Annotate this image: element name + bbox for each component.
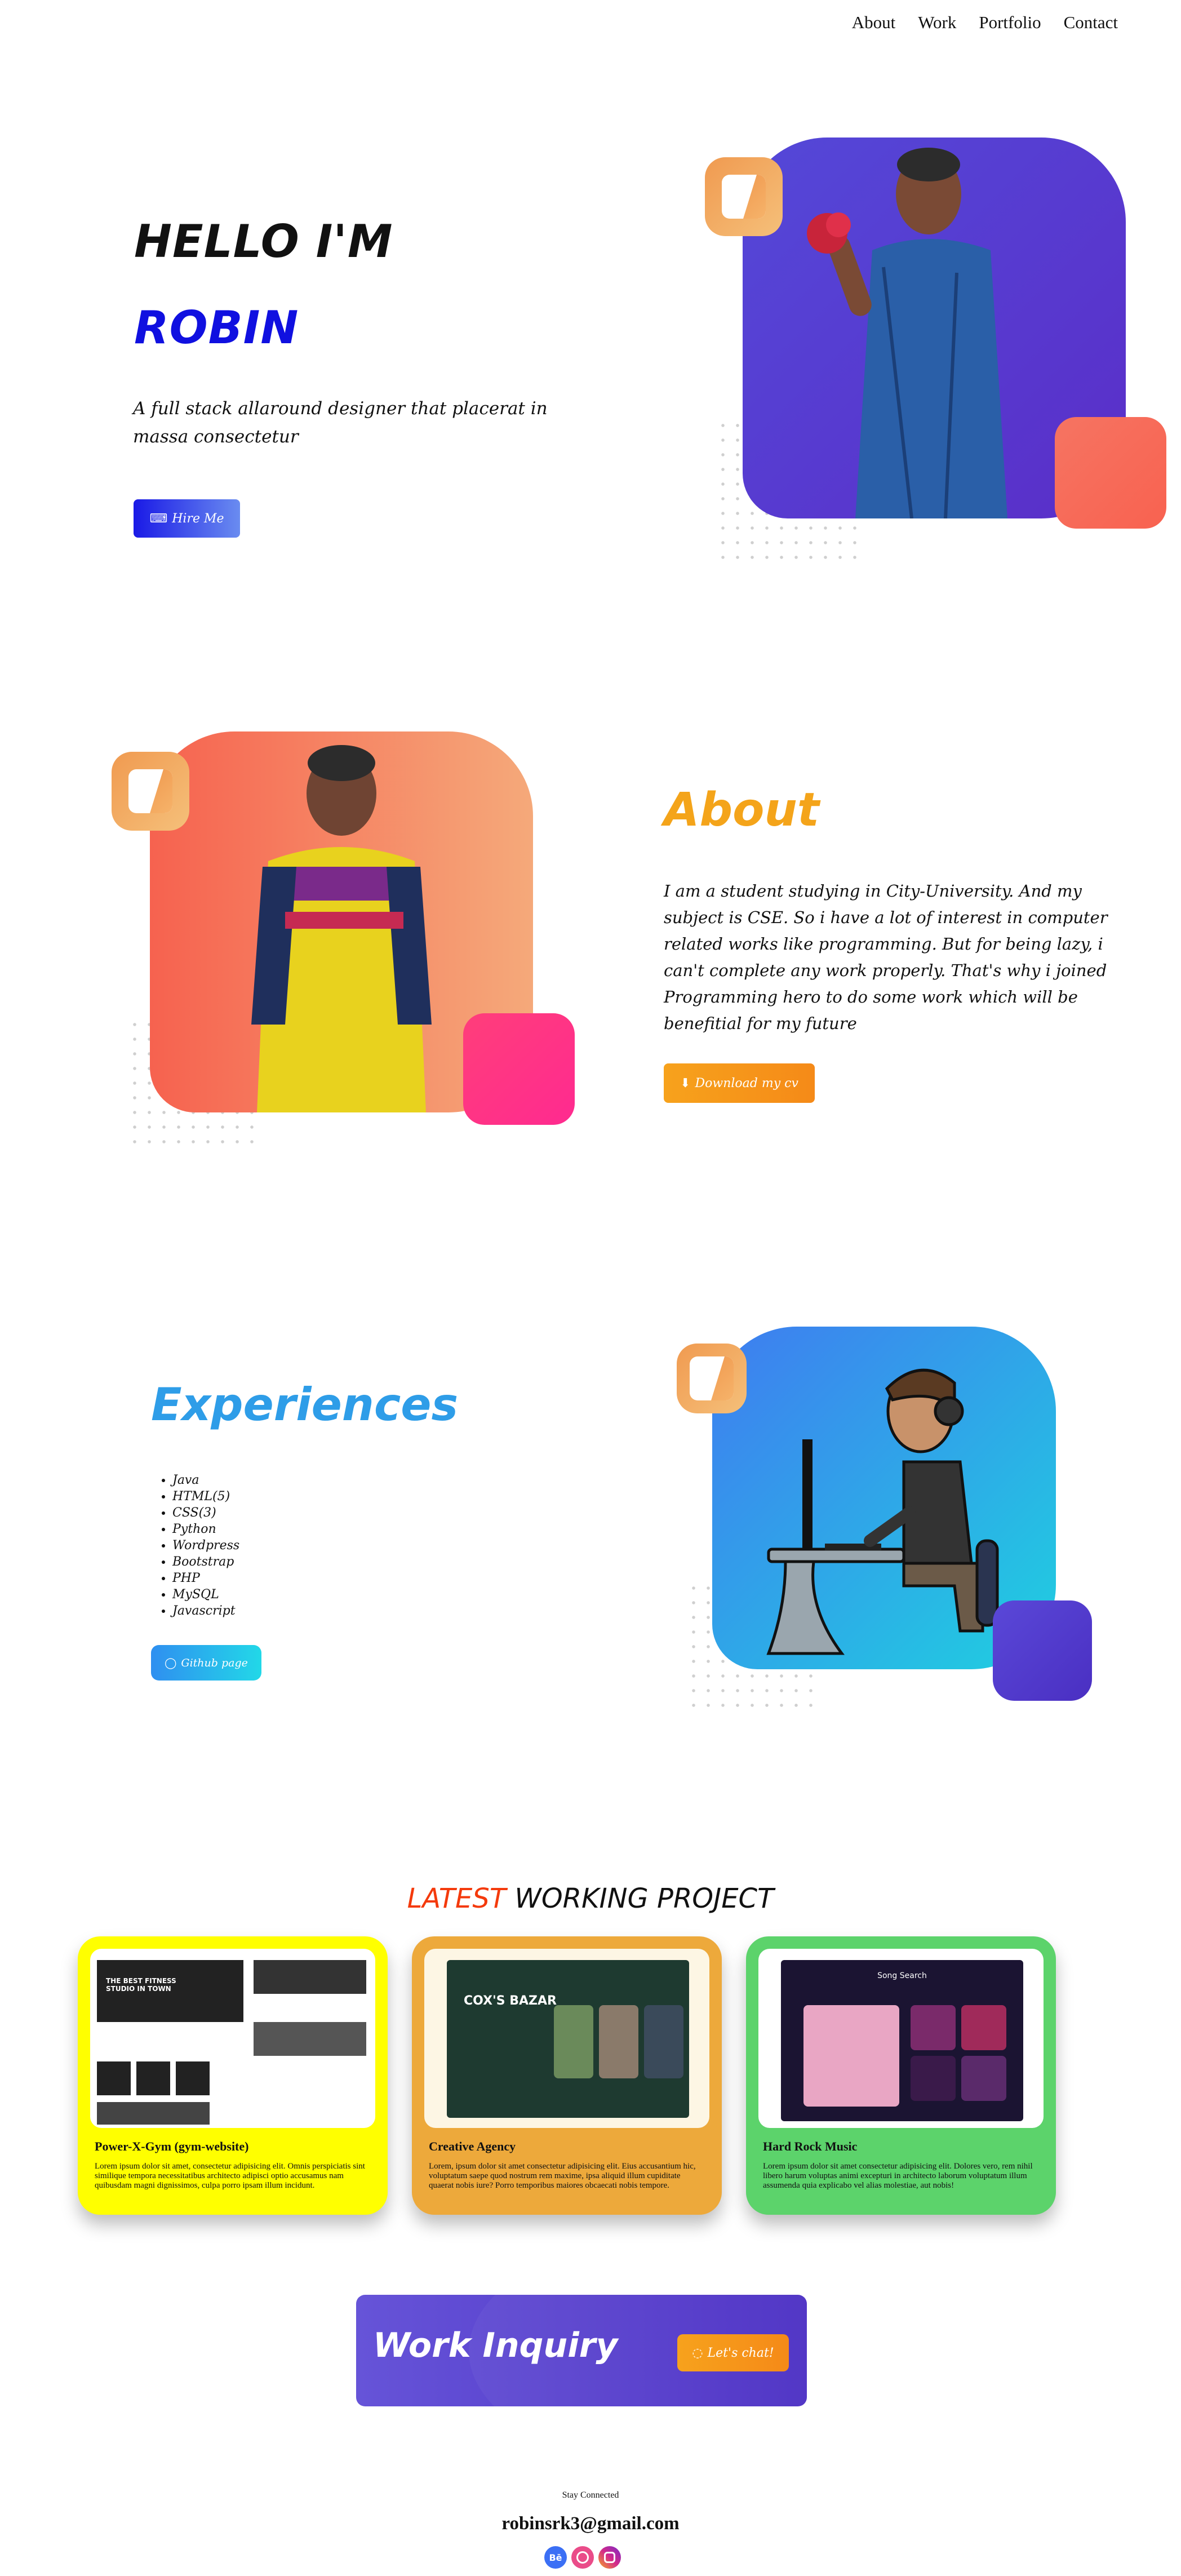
project-screenshot: COX'S BAZAR xyxy=(424,1949,709,2128)
project-screenshot: THE BEST FITNESS STUDIO IN TOWN xyxy=(90,1949,375,2128)
decor-square xyxy=(463,1013,575,1125)
skills-list: Java HTML(5) CSS(3) Python Wordpress Boo… xyxy=(172,1472,239,1619)
project-card-agency[interactable]: COX'S BAZAR Creative Agency Lorem, ipsum… xyxy=(412,1936,722,2215)
chat-icon: ◌ xyxy=(692,2346,703,2360)
lets-chat-button[interactable]: ◌ Let's chat! xyxy=(677,2334,789,2371)
project-title: Power-X-Gym (gym-website) xyxy=(95,2139,249,2153)
stay-connected: Stay Connected xyxy=(562,2490,619,2500)
github-page-button[interactable]: ◯ Github page xyxy=(151,1645,261,1681)
hero-tagline: A full stack allaround designer that pla… xyxy=(133,398,548,447)
dribbble-icon[interactable] xyxy=(571,2546,594,2569)
list-item: CSS(3) xyxy=(172,1505,239,1521)
nav-work[interactable]: Work xyxy=(918,12,956,33)
decor-square-icon xyxy=(677,1344,747,1413)
list-item: Bootstrap xyxy=(172,1554,239,1570)
decor-square-icon xyxy=(705,157,783,236)
github-icon: ◯ xyxy=(165,1656,177,1669)
project-desc: Lorem ipsum dolor sit amet, consectetur … xyxy=(95,2162,365,2190)
shot-heading: Song Search xyxy=(877,1971,927,1980)
project-card-gym[interactable]: THE BEST FITNESS STUDIO IN TOWN Power-X-… xyxy=(78,1936,388,2215)
github-label: Github page xyxy=(181,1656,248,1669)
hero-greeting: HELLO I'M xyxy=(134,215,393,268)
download-icon: ⬇ xyxy=(680,1076,691,1090)
project-card-music[interactable]: Song Search Hard Rock Music Lorem ipsum … xyxy=(746,1936,1056,2215)
project-desc: Lorem, ipsum dolor sit amet consectetur … xyxy=(429,2162,696,2190)
decor-square xyxy=(1055,417,1166,529)
list-item: PHP xyxy=(172,1570,239,1586)
top-nav: About Work Portfolio Contact xyxy=(852,12,1118,33)
list-item: HTML(5) xyxy=(172,1488,239,1505)
list-item: Wordpress xyxy=(172,1537,239,1554)
nav-about[interactable]: About xyxy=(852,12,896,33)
project-screenshot: Song Search xyxy=(758,1949,1044,2128)
about-text: I am a student studying in City-Universi… xyxy=(664,881,1108,1033)
list-item: Javascript xyxy=(172,1603,239,1619)
download-cv-button[interactable]: ⬇ Download my cv xyxy=(664,1063,815,1103)
nav-contact[interactable]: Contact xyxy=(1064,12,1118,33)
instagram-camera xyxy=(604,2552,615,2563)
decor-square xyxy=(993,1600,1092,1701)
instagram-icon[interactable] xyxy=(598,2546,621,2569)
keyboard-icon: ⌨ xyxy=(149,511,168,526)
list-item: Python xyxy=(172,1521,239,1537)
work-inquiry-banner: Work Inquiry ◌ Let's chat! xyxy=(356,2295,807,2406)
contact-email: robinsrk3@gmail.com xyxy=(501,2513,680,2534)
behance-icon[interactable]: Bē xyxy=(544,2546,567,2569)
shot-heading: COX'S BAZAR xyxy=(464,1994,557,2008)
inquiry-title: Work Inquiry xyxy=(373,2326,618,2365)
dribbble-ball xyxy=(576,2551,589,2564)
nav-portfolio[interactable]: Portfolio xyxy=(979,12,1041,33)
experience-title: Experiences xyxy=(151,1378,459,1431)
project-title: Creative Agency xyxy=(429,2139,516,2153)
projects-title-rest: WORKING PROJECT xyxy=(514,1883,774,1914)
projects-title-accent: LATEST xyxy=(407,1883,507,1914)
download-cv-label: Download my cv xyxy=(695,1076,798,1090)
project-title: Hard Rock Music xyxy=(763,2139,858,2153)
list-item: Java xyxy=(172,1472,239,1488)
hire-me-label: Hire Me xyxy=(172,511,224,526)
list-item: MySQL xyxy=(172,1586,239,1603)
project-desc: Lorem ipsum dolor sit amet consectetur a… xyxy=(763,2162,1033,2190)
projects-title: LATEST WORKING PROJECT xyxy=(0,1883,1181,1914)
about-title: About xyxy=(664,783,820,837)
lets-chat-label: Let's chat! xyxy=(707,2346,774,2360)
hire-me-button[interactable]: ⌨ Hire Me xyxy=(134,499,240,538)
decor-square-icon xyxy=(112,752,189,831)
shot-heading: THE BEST FITNESS STUDIO IN TOWN xyxy=(106,1977,176,1993)
hero-name: ROBIN xyxy=(134,302,299,354)
